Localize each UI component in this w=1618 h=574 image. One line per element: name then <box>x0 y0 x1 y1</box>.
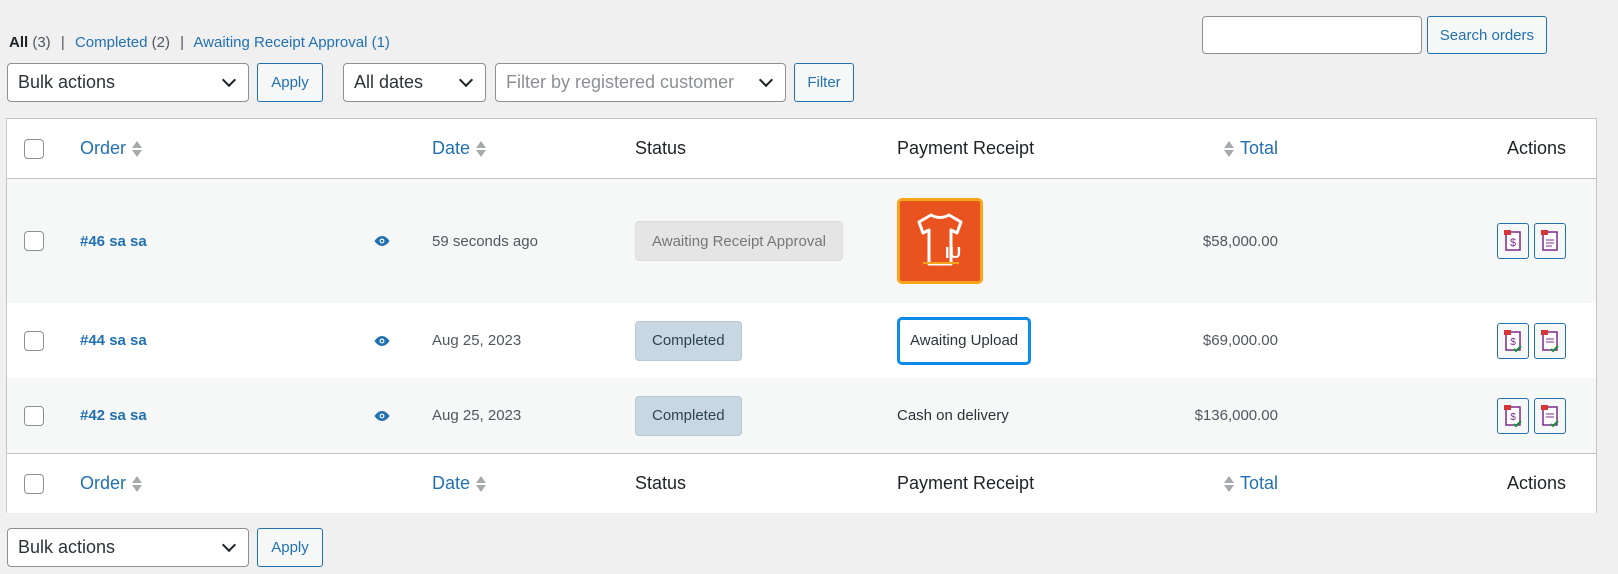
invoice-dollar-icon[interactable]: $ <box>1497 397 1529 434</box>
filter-all-count: (3) <box>32 34 51 51</box>
sort-date-link[interactable]: Date <box>432 138 487 159</box>
column-order-label: Order <box>80 138 127 158</box>
packing-slip-icon[interactable] <box>1534 223 1566 259</box>
filter-completed-link[interactable]: Completed <box>75 34 148 51</box>
sort-arrows-icon <box>476 140 487 157</box>
filter-separator: | <box>60 34 65 51</box>
apply-button-bottom[interactable]: Apply <box>257 528 323 567</box>
order-date: Aug 25, 2023 <box>432 332 522 349</box>
sort-total-link[interactable]: Total <box>1223 138 1278 159</box>
table-row[interactable]: #46 sa sa 59 seconds ago Awaiting Receip… <box>7 179 1596 303</box>
receipt-thumbnail[interactable]: IU <box>897 198 983 284</box>
select-all-checkbox[interactable] <box>24 473 44 494</box>
column-date-label: Date <box>432 138 471 158</box>
sort-date-link[interactable]: Date <box>432 473 487 494</box>
order-link[interactable]: #44 sa sa <box>80 332 147 349</box>
sort-arrows-icon <box>132 140 143 157</box>
filter-separator: | <box>180 34 185 51</box>
table-header: Order Date Status Payment Receipt Total … <box>7 119 1596 179</box>
invoice-dollar-icon[interactable]: $ <box>1497 223 1529 259</box>
filter-completed-count: (2) <box>151 34 170 51</box>
column-status-label: Status <box>635 138 687 158</box>
column-date-label: Date <box>432 473 471 493</box>
sort-arrows-icon <box>476 475 487 492</box>
bulk-actions-select-bottom[interactable]: Bulk actions <box>7 528 249 567</box>
column-receipt-label: Payment Receipt <box>897 473 1035 493</box>
filter-button[interactable]: Filter <box>794 63 854 102</box>
date-filter-value: All dates <box>354 72 424 92</box>
table-footer: Order Date Status Payment Receipt Total … <box>7 453 1596 513</box>
table-row[interactable]: #42 sa sa Aug 25, 2023 Completed Cash on… <box>7 378 1596 453</box>
status-badge: Awaiting Receipt Approval <box>635 221 843 261</box>
order-link[interactable]: #42 sa sa <box>80 407 147 424</box>
eye-icon[interactable] <box>373 335 391 347</box>
packing-slip-icon[interactable] <box>1534 322 1566 359</box>
svg-text:$: $ <box>1510 412 1516 423</box>
order-total: $136,000.00 <box>1194 407 1278 424</box>
status-filter-links: All (3) | Completed (2) | Awaiting Recei… <box>9 34 390 51</box>
row-checkbox[interactable] <box>24 330 44 351</box>
select-all-checkbox[interactable] <box>24 138 44 159</box>
sort-order-link[interactable]: Order <box>80 473 143 494</box>
status-badge: Completed <box>635 395 742 436</box>
apply-button[interactable]: Apply <box>257 63 323 102</box>
eye-icon[interactable] <box>373 235 391 247</box>
sort-total-link[interactable]: Total <box>1223 473 1278 494</box>
order-total: $69,000.00 <box>1202 332 1278 349</box>
column-status-label: Status <box>635 473 687 493</box>
table-row[interactable]: #44 sa sa Aug 25, 2023 Completed Awaitin… <box>7 303 1596 378</box>
awaiting-upload-badge[interactable]: Awaiting Upload <box>897 316 1032 365</box>
date-filter-select[interactable]: All dates <box>343 63 486 102</box>
status-badge: Completed <box>635 320 742 361</box>
search-orders-button[interactable]: Search orders <box>1426 16 1547 54</box>
sort-order-link[interactable]: Order <box>80 138 143 159</box>
chevron-down-icon <box>221 72 237 88</box>
column-receipt-label: Payment Receipt <box>897 138 1035 158</box>
search-box: Search orders <box>1201 16 1547 54</box>
search-input[interactable] <box>1201 16 1422 54</box>
row-checkbox[interactable] <box>24 231 44 251</box>
chevron-down-icon <box>758 72 774 88</box>
svg-text:$: $ <box>1510 237 1516 249</box>
bulk-actions-value: Bulk actions <box>18 537 116 557</box>
order-link[interactable]: #46 sa sa <box>80 233 147 250</box>
bulk-actions-value: Bulk actions <box>18 72 116 92</box>
orders-table: Order Date Status Payment Receipt Total … <box>6 118 1597 513</box>
column-order-label: Order <box>80 473 127 493</box>
sort-arrows-icon <box>132 475 143 492</box>
packing-slip-icon[interactable] <box>1534 397 1566 434</box>
receipt-logo-text: IU <box>945 245 961 262</box>
filter-awaiting-link[interactable]: Awaiting Receipt Approval (1) <box>193 34 390 51</box>
svg-text:$: $ <box>1510 337 1516 348</box>
filter-all-link[interactable]: All <box>9 34 28 51</box>
order-date: 59 seconds ago <box>432 232 538 250</box>
sort-arrows-icon <box>1223 475 1234 492</box>
order-total: $58,000.00 <box>1202 232 1278 250</box>
column-total-label: Total <box>1239 138 1278 158</box>
column-total-label: Total <box>1239 473 1278 493</box>
sort-arrows-icon <box>1223 140 1234 157</box>
row-checkbox[interactable] <box>24 405 44 426</box>
column-actions-label: Actions <box>1506 138 1566 158</box>
customer-filter-select[interactable]: Filter by registered customer <box>495 63 786 102</box>
order-date: Aug 25, 2023 <box>432 407 522 424</box>
column-actions-label: Actions <box>1506 473 1566 493</box>
eye-icon[interactable] <box>373 410 391 422</box>
invoice-dollar-icon[interactable]: $ <box>1497 322 1529 359</box>
customer-filter-placeholder: Filter by registered customer <box>506 72 735 92</box>
payment-method-text: Cash on delivery <box>897 407 1009 424</box>
chevron-down-icon <box>458 72 474 88</box>
bulk-actions-select[interactable]: Bulk actions <box>7 63 249 102</box>
chevron-down-icon <box>221 537 237 553</box>
